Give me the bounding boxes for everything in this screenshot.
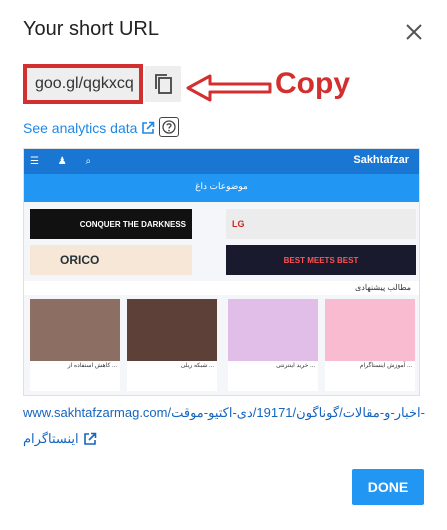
preview-card: شبکه ریلی ...: [127, 299, 217, 391]
copy-icon: [155, 74, 172, 94]
short-url-field[interactable]: goo.gl/qgkxcq: [23, 64, 143, 104]
external-link-icon: [83, 432, 96, 445]
preview-topics-title: موضوعات داغ: [195, 181, 248, 191]
preview-topics-bar: موضوعات داغ: [24, 174, 419, 202]
annotation-arrow: [186, 74, 272, 102]
preview-card: آموزش اینستاگرام ...: [325, 299, 415, 391]
preview-menu-icon: ☰ ♟ ⌕: [30, 156, 100, 167]
preview-card-caption: خرید اینترنتی ...: [276, 363, 315, 369]
done-button[interactable]: DONE: [352, 469, 424, 505]
close-icon[interactable]: [402, 20, 426, 44]
dialog-title: Your short URL: [23, 18, 159, 40]
preview-card: کاهش استفاده از ...: [30, 299, 120, 391]
preview-banner-text: CONQUER THE DARKNESS: [79, 219, 186, 229]
preview-card-image: [30, 299, 120, 361]
external-link-icon: [142, 121, 155, 134]
preview-banner-text: BEST MEETS BEST: [283, 255, 359, 265]
short-url-text: goo.gl/qgkxcq: [35, 75, 134, 92]
short-url-dialog: Your short URL goo.gl/qgkxcq Copy See an…: [0, 0, 447, 530]
preview-card-caption: شبکه ریلی ...: [180, 363, 214, 369]
preview-header: ☰ ♟ ⌕ Sakhtafzar: [24, 149, 419, 174]
preview-banner: BEST MEETS BEST: [226, 245, 416, 275]
preview-card-image: [127, 299, 217, 361]
preview-card-caption: آموزش اینستاگرام ...: [359, 363, 412, 369]
long-url-link-continued[interactable]: اینستاگرام: [23, 431, 97, 447]
long-url-link[interactable]: www.sakhtafzarmag.com/اخبار-و-مقالات/گون…: [23, 405, 425, 421]
preview-card: خرید اینترنتی ...: [228, 299, 318, 391]
preview-logo: Sakhtafzar: [353, 154, 409, 166]
preview-card-image: [325, 299, 415, 361]
preview-section-title: مطالب پیشنهادی: [355, 283, 411, 292]
help-icon[interactable]: [159, 117, 179, 137]
copy-annotation: Copy: [275, 67, 350, 100]
copy-button[interactable]: [145, 66, 181, 102]
long-url-link-text: اینستاگرام: [23, 431, 79, 446]
preview-banner-text: LG: [232, 219, 245, 229]
preview-section-bar: مطالب پیشنهادی: [24, 281, 419, 295]
analytics-label: See analytics data: [23, 120, 138, 136]
preview-card-caption: کاهش استفاده از ...: [67, 363, 117, 369]
page-preview-thumbnail[interactable]: ☰ ♟ ⌕ Sakhtafzar موضوعات داغ CONQUER THE…: [23, 148, 420, 396]
preview-banner: ORICO: [30, 245, 192, 275]
preview-banner: LG: [226, 209, 416, 239]
preview-banner: CONQUER THE DARKNESS: [30, 209, 192, 239]
preview-banner-text: ORICO: [60, 253, 100, 267]
preview-card-image: [228, 299, 318, 361]
analytics-link[interactable]: See analytics data: [23, 120, 155, 136]
